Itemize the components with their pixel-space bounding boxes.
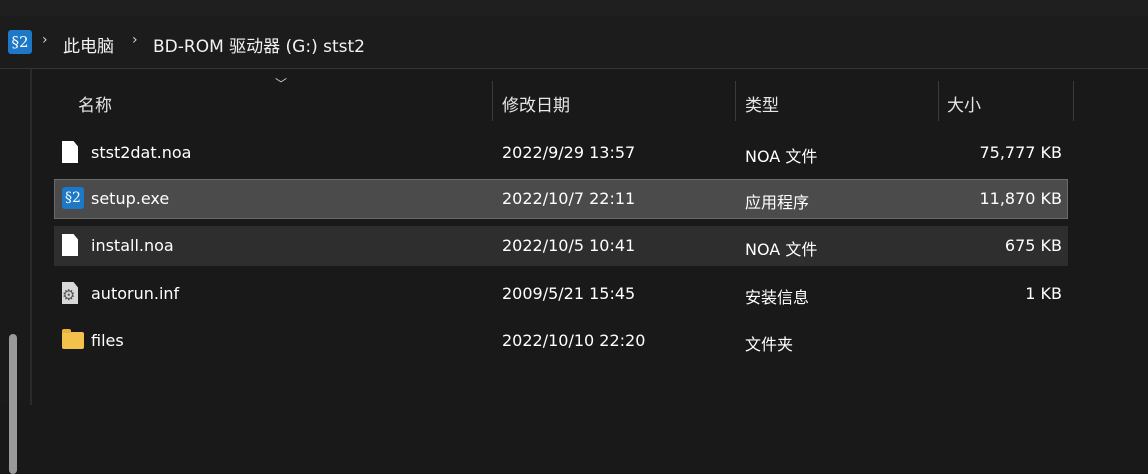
file-type: 文件夹 bbox=[745, 335, 794, 354]
app-icon: §2 bbox=[62, 187, 84, 211]
column-divider[interactable] bbox=[735, 81, 736, 121]
file-type: NOA 文件 bbox=[745, 240, 818, 259]
drive-icon: §2 bbox=[8, 30, 32, 54]
file-row-autorun[interactable]: autorun.inf 2009/5/21 15:45 安装信息 1 KB bbox=[54, 274, 1068, 314]
file-type: 安装信息 bbox=[745, 288, 810, 307]
scrollbar-thumb[interactable] bbox=[9, 334, 17, 474]
file-size: 75,777 KB bbox=[979, 143, 1062, 162]
sort-chevron-down-icon: ﹀ bbox=[275, 77, 288, 91]
file-name: install.noa bbox=[91, 236, 174, 255]
file-type: 应用程序 bbox=[745, 193, 810, 212]
column-divider[interactable] bbox=[1073, 81, 1074, 121]
file-row-install[interactable]: install.noa 2022/10/5 10:41 NOA 文件 675 K… bbox=[54, 226, 1068, 266]
address-bar[interactable]: §2 › 此电脑 › BD-ROM 驱动器 (G:) stst2 bbox=[0, 16, 1148, 69]
breadcrumb-drive[interactable]: BD-ROM 驱动器 (G:) stst2 bbox=[153, 32, 365, 57]
file-name: stst2dat.noa bbox=[91, 143, 192, 162]
file-name: files bbox=[91, 331, 124, 350]
file-row-setup[interactable]: §2 setup.exe 2022/10/7 22:11 应用程序 11,870… bbox=[54, 179, 1068, 219]
column-size-header[interactable]: 大小 bbox=[947, 91, 981, 116]
column-type-header[interactable]: 类型 bbox=[745, 91, 779, 116]
file-name: setup.exe bbox=[91, 189, 170, 208]
file-row-ststdat[interactable]: stst2dat.noa 2022/9/29 13:57 NOA 文件 75,7… bbox=[54, 133, 1068, 173]
file-icon bbox=[62, 141, 82, 165]
column-divider[interactable] bbox=[938, 81, 939, 121]
column-divider[interactable] bbox=[492, 81, 493, 121]
chevron-right-icon[interactable]: › bbox=[132, 32, 138, 48]
file-size: 11,870 KB bbox=[979, 189, 1062, 208]
breadcrumb-this-pc[interactable]: 此电脑 bbox=[63, 32, 114, 57]
file-size: 675 KB bbox=[1004, 236, 1062, 255]
file-name: autorun.inf bbox=[91, 284, 180, 303]
file-modified: 2009/5/21 15:45 bbox=[502, 284, 636, 303]
chevron-right-icon[interactable]: › bbox=[42, 32, 48, 48]
file-row-files[interactable]: files 2022/10/10 22:20 文件夹 bbox=[54, 321, 1068, 361]
navigation-pane bbox=[0, 69, 32, 474]
folder-icon bbox=[62, 329, 84, 353]
column-header: ﹀ 名称 修改日期 类型 大小 bbox=[32, 69, 1148, 121]
column-name-header[interactable]: 名称 bbox=[78, 91, 112, 116]
file-icon bbox=[62, 234, 82, 258]
column-modified-header[interactable]: 修改日期 bbox=[502, 91, 570, 116]
title-strip bbox=[0, 0, 1148, 17]
file-list: ﹀ 名称 修改日期 类型 大小 stst2dat.noa 2022/9/29 1… bbox=[32, 69, 1148, 405]
file-modified: 2022/9/29 13:57 bbox=[502, 143, 636, 162]
file-modified: 2022/10/5 10:41 bbox=[502, 236, 636, 255]
file-type: NOA 文件 bbox=[745, 147, 818, 166]
settings-file-icon bbox=[62, 282, 82, 306]
file-modified: 2022/10/7 22:11 bbox=[502, 189, 636, 208]
file-size: 1 KB bbox=[1025, 284, 1062, 303]
file-modified: 2022/10/10 22:20 bbox=[502, 331, 646, 350]
